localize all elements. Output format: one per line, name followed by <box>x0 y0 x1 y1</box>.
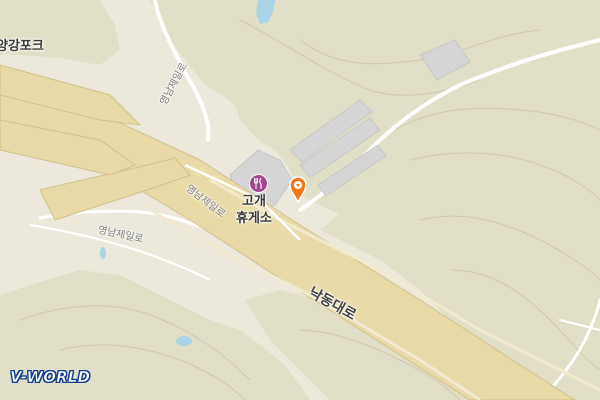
place-label-topleft: 양강포크 <box>0 39 44 54</box>
poi-label[interactable]: 고개 휴게소 <box>236 193 272 227</box>
vworld-logo: V-WORLD <box>10 368 91 387</box>
fork-knife-icon[interactable] <box>249 174 268 193</box>
poi-name-line2: 휴게소 <box>236 211 272 226</box>
poi-name-line1: 고개 <box>241 194 266 209</box>
water-pond-bottom <box>176 336 192 346</box>
water-pond-left <box>100 247 106 259</box>
location-pin-icon[interactable] <box>288 175 308 204</box>
